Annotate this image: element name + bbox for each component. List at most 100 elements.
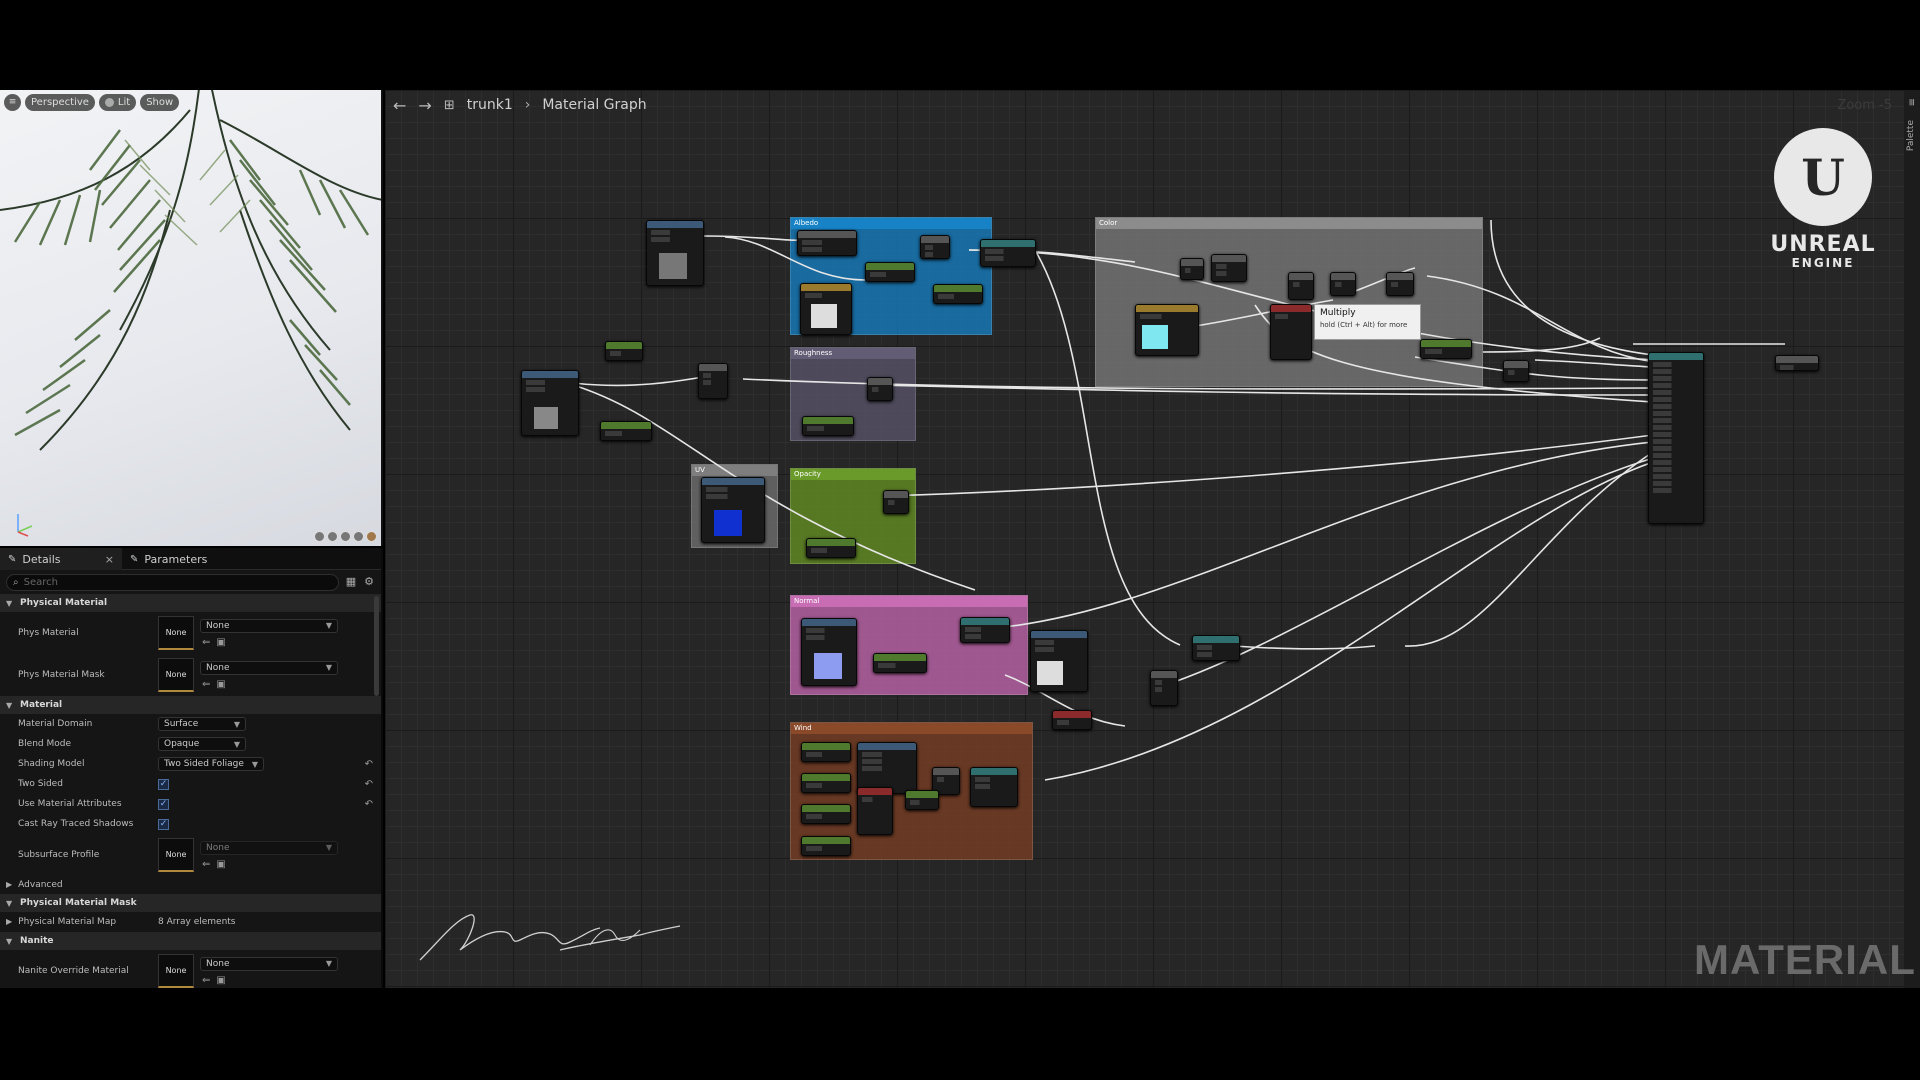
graph-node-wind-intensity[interactable]: [801, 742, 851, 762]
cylinder-icon[interactable]: [327, 531, 338, 542]
graph-node-wind-offset[interactable]: [801, 836, 851, 856]
browse-folder-icon[interactable]: ▣: [216, 637, 225, 648]
graph-node-albedo-multiply[interactable]: [797, 230, 857, 256]
graph-node-roughness-param[interactable]: [802, 416, 854, 436]
reset-icon[interactable]: ↶: [365, 799, 373, 810]
teapot-icon[interactable]: [366, 531, 377, 542]
tab-details[interactable]: ✎ Details ×: [0, 548, 122, 570]
preview-viewport[interactable]: ≡ Perspective Lit Show: [0, 90, 383, 546]
graph-node-static-bool[interactable]: [1052, 710, 1092, 730]
reset-icon[interactable]: ↶: [365, 779, 373, 790]
graph-node-opacity-param[interactable]: [806, 538, 856, 558]
graph-node-opacity-multiply[interactable]: [883, 490, 909, 514]
graph-node-wind-scalar[interactable]: [905, 790, 939, 810]
phys-material-mask-dropdown[interactable]: None ▼: [200, 660, 338, 675]
graph-node-roughness-scalar-2[interactable]: [600, 421, 652, 441]
graph-node-color-output[interactable]: [1503, 360, 1529, 382]
graph-node-wind-mask[interactable]: [857, 787, 893, 835]
search-icon: ⌕: [13, 576, 19, 588]
graph-node-color-scalar[interactable]: [1420, 339, 1472, 359]
graph-node-base-color[interactable]: [980, 239, 1036, 267]
viewport-menu-button[interactable]: ≡: [4, 94, 21, 111]
graph-node-color-multiply[interactable]: [1288, 272, 1314, 300]
graph-node-fresnel[interactable]: [1192, 635, 1240, 661]
nanite-override-dropdown[interactable]: None ▼: [200, 956, 338, 971]
plane-icon[interactable]: [340, 531, 351, 542]
use-selected-icon[interactable]: ⇐: [202, 975, 210, 986]
material-graph[interactable]: ← → ⊞ trunk1 › Material Graph Zoom -5 ≡ …: [385, 90, 1920, 988]
show-button[interactable]: Show: [140, 94, 180, 111]
graph-node-roughness-lerp[interactable]: [698, 363, 728, 399]
reset-icon[interactable]: ↶: [365, 759, 373, 770]
tab-parameters[interactable]: ✎ Parameters: [122, 548, 244, 570]
forward-arrow-icon[interactable]: →: [418, 96, 431, 115]
graph-node-albedo-param[interactable]: [800, 283, 852, 335]
graph-node-material-attributes[interactable]: [1648, 352, 1704, 524]
phys-material-mask-thumbnail[interactable]: None: [158, 658, 194, 692]
section-physical-material[interactable]: ▼ Physical Material: [0, 594, 381, 612]
comment-color[interactable]: Color: [1095, 217, 1483, 387]
graph-node-output[interactable]: [1775, 355, 1819, 371]
cast-ray-traced-shadows-checkbox[interactable]: ✓: [158, 818, 169, 830]
graph-node-texture-mask[interactable]: [1030, 630, 1088, 692]
palette-tab[interactable]: ≡ Palette: [1904, 90, 1920, 988]
graph-node-roughness-scalar[interactable]: [605, 341, 643, 361]
graph-node-albedo-lerp[interactable]: [920, 235, 950, 259]
use-selected-icon[interactable]: ⇐: [202, 679, 210, 690]
graph-node-roughness-multiply[interactable]: [867, 377, 893, 401]
graph-hierarchy-icon[interactable]: ⊞: [444, 98, 455, 113]
graph-node-color-add[interactable]: [1180, 258, 1204, 280]
gear-icon[interactable]: ⚙: [363, 576, 375, 588]
section-advanced[interactable]: ▶ Advanced: [0, 876, 381, 894]
graph-node-texture-roughness[interactable]: [521, 370, 579, 436]
graph-node-normal-flatten[interactable]: [960, 617, 1010, 643]
use-selected-icon[interactable]: ⇐: [202, 859, 210, 870]
prop-physical-material-map[interactable]: ▶ Physical Material Map 8 Array elements: [0, 912, 381, 932]
use-selected-icon[interactable]: ⇐: [202, 637, 210, 648]
viewport-preview-shapes[interactable]: [314, 531, 377, 542]
phys-material-dropdown[interactable]: None ▼: [200, 618, 338, 633]
browse-folder-icon[interactable]: ▣: [216, 679, 225, 690]
graph-node-color-desaturate[interactable]: [1211, 254, 1247, 282]
comment-title: Albedo: [791, 218, 991, 229]
graph-node-switch[interactable]: [1150, 670, 1178, 706]
blend-mode-dropdown[interactable]: Opaque ▼: [158, 737, 246, 751]
table-view-icon[interactable]: ▦: [345, 576, 357, 588]
graph-node-color-lerp[interactable]: [1386, 272, 1414, 296]
graph-node-wind-weight[interactable]: [801, 773, 851, 793]
browse-folder-icon[interactable]: ▣: [216, 859, 225, 870]
subsurface-profile-thumbnail[interactable]: None: [158, 838, 194, 872]
section-material[interactable]: ▼ Material: [0, 696, 381, 714]
graph-node-texture-albedo[interactable]: [646, 220, 704, 286]
use-material-attributes-checkbox[interactable]: ✓: [158, 798, 169, 810]
close-icon[interactable]: ×: [105, 553, 114, 566]
section-nanite[interactable]: ▼ Nanite: [0, 932, 381, 950]
perspective-button[interactable]: Perspective: [25, 94, 95, 111]
graph-node-texture-normal[interactable]: [801, 618, 857, 686]
details-search-input[interactable]: ⌕ Search: [6, 573, 339, 591]
cube-icon[interactable]: [353, 531, 364, 542]
phys-material-thumbnail[interactable]: None: [158, 616, 194, 650]
sphere-icon[interactable]: [314, 531, 325, 542]
material-domain-dropdown[interactable]: Surface ▼: [158, 717, 246, 731]
graph-node-color-param[interactable]: [1270, 304, 1312, 360]
breadcrumb-graph[interactable]: Material Graph: [542, 97, 646, 113]
graph-node-wind-speed[interactable]: [801, 804, 851, 824]
subsurface-profile-dropdown[interactable]: None ▼: [200, 840, 338, 855]
section-physical-material-mask[interactable]: ▼ Physical Material Mask: [0, 894, 381, 912]
two-sided-checkbox[interactable]: ✓: [158, 778, 169, 790]
breadcrumb-asset[interactable]: trunk1: [467, 97, 513, 113]
prop-two-sided: Two Sided ✓ ↶: [0, 774, 381, 794]
graph-node-color-hsv[interactable]: [1135, 304, 1199, 356]
graph-node-albedo-scalar[interactable]: [865, 262, 915, 282]
graph-node-normal-strength[interactable]: [873, 653, 927, 673]
graph-node-albedo-scalar-2[interactable]: [933, 284, 983, 304]
back-arrow-icon[interactable]: ←: [393, 96, 406, 115]
lit-button[interactable]: Lit: [98, 94, 137, 111]
nanite-override-thumbnail[interactable]: None: [158, 954, 194, 988]
graph-node-texture-uv[interactable]: [701, 477, 765, 543]
shading-model-dropdown[interactable]: Two Sided Foliage ▼: [158, 757, 264, 771]
graph-node-wind-switch[interactable]: [970, 767, 1018, 807]
browse-folder-icon[interactable]: ▣: [216, 975, 225, 986]
graph-node-color-multiply-2[interactable]: [1330, 272, 1356, 296]
